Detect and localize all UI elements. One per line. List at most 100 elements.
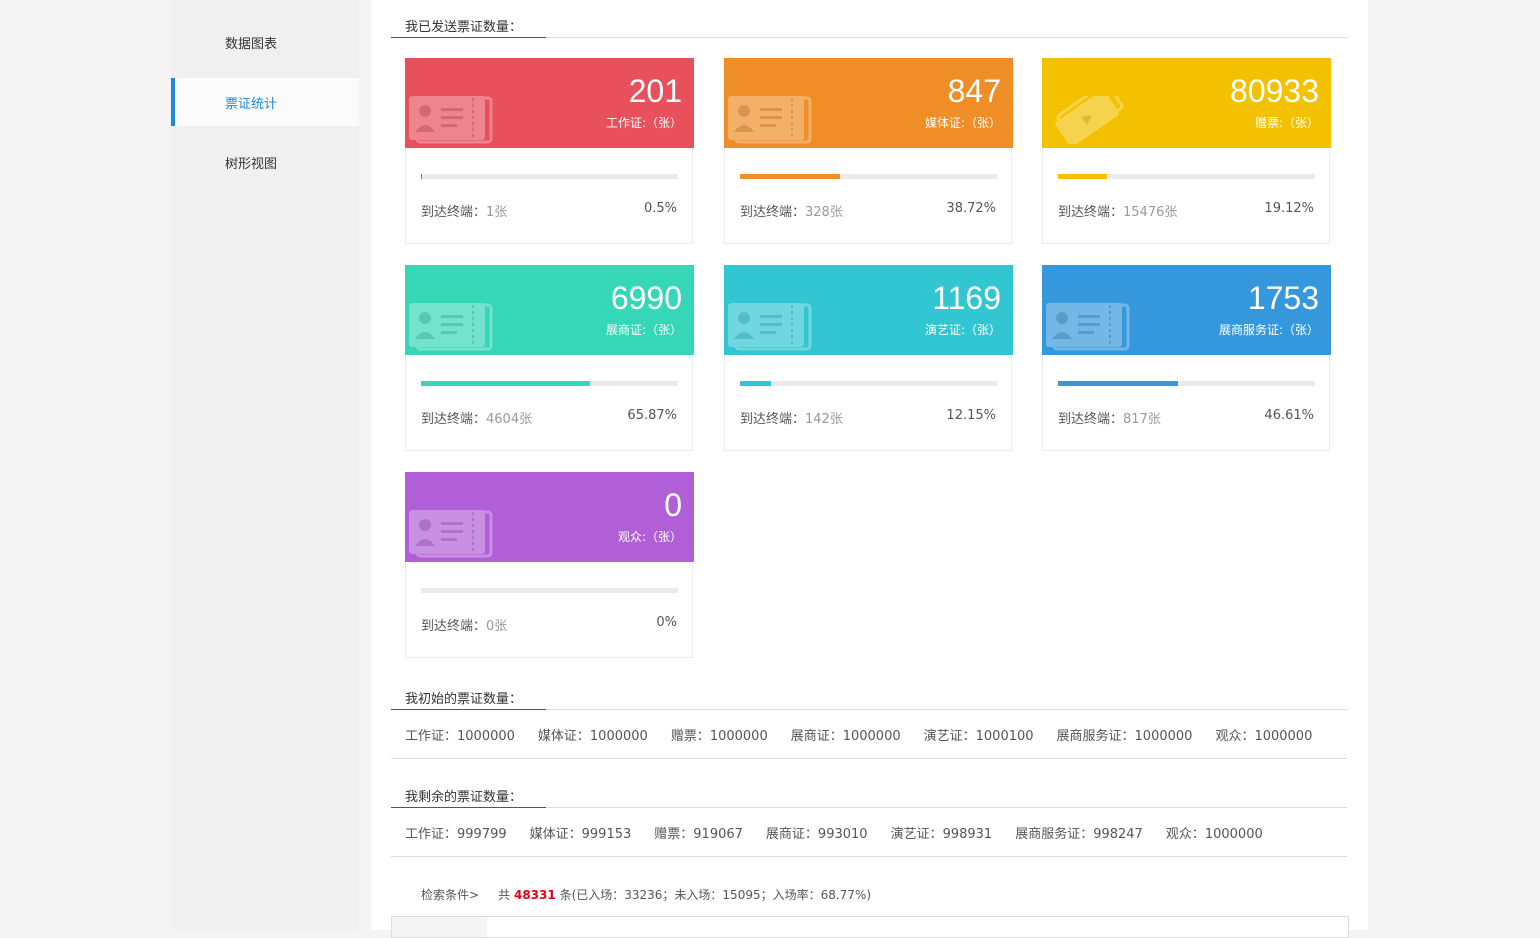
arrival-row: 到达终端：0张 0% (421, 615, 677, 634)
search-conditions-link[interactable]: 检索条件> (421, 888, 479, 902)
id-card-icon (407, 510, 493, 558)
arrival-value: 4604张 (486, 412, 533, 427)
table-header-cell (392, 917, 487, 937)
id-card-icon (726, 96, 812, 144)
section-title-text: 我初始的票证数量： (405, 692, 523, 707)
id-card-icon (407, 303, 493, 351)
remaining-count-item: 观众：1000000 (1165, 826, 1263, 842)
progress-bar (1058, 174, 1315, 179)
progress-fill (421, 381, 591, 386)
progress-fill (740, 174, 840, 179)
results-table (391, 916, 1349, 938)
ticket-card-header: 1169 演艺证:（张） (724, 265, 1013, 355)
ticket-type-label: 演艺证:（张） (924, 323, 1001, 337)
ticket-count: 6990 (610, 280, 682, 316)
ticket-card: 6990 展商证:（张） 到达终端：4604张 65.87% (405, 265, 694, 451)
progress-fill (421, 174, 423, 179)
section-title-text: 我已发送票证数量： (405, 20, 523, 35)
ticket-card: 0 观众:（张） 到达终端：0张 0% (405, 472, 694, 658)
progress-bar (740, 381, 997, 386)
initial-count-item: 工作证：1000000 (405, 728, 515, 744)
initial-count-item: 赠票：1000000 (670, 728, 768, 744)
section-title-remaining: 我剩余的票证数量： (391, 770, 1347, 808)
progress-bar (421, 174, 678, 179)
arrival-value: 15476张 (1123, 205, 1178, 220)
section-title-initial: 我初始的票证数量： (391, 672, 1347, 710)
ticket-card-header: 201 工作证:（张） (405, 58, 694, 148)
sidebar-item-ticket-stats[interactable]: 票证统计 (171, 78, 359, 126)
ticket-card: 1169 演艺证:（张） 到达终端：142张 12.15% (724, 265, 1013, 451)
progress-bar (740, 174, 997, 179)
progress-fill (1058, 381, 1178, 386)
arrival-percent: 0% (656, 615, 677, 630)
arrival-value: 0张 (486, 619, 508, 634)
ticket-count: 0 (664, 487, 682, 523)
initial-count-item: 展商证：1000000 (790, 728, 901, 744)
initial-count-item: 媒体证：1000000 (537, 728, 648, 744)
remaining-count-item: 演艺证：998931 (890, 826, 993, 842)
ticket-count: 80933 (1230, 73, 1319, 109)
arrival-percent: 65.87% (627, 408, 677, 423)
ticket-count: 847 (947, 73, 1001, 109)
sidebar: 数据图表 票证统计 树形视图 (171, 0, 359, 930)
arrival-value: 142张 (805, 412, 843, 427)
section-title-text: 我剩余的票证数量： (405, 790, 523, 805)
arrival-percent: 19.12% (1264, 201, 1314, 216)
arrival-label: 到达终端： (740, 205, 806, 220)
arrival-value: 1张 (486, 205, 508, 220)
sidebar-item-tree-view[interactable]: 树形视图 (171, 138, 359, 186)
ticket-type-label: 赠票:（张） (1254, 116, 1319, 130)
ticket-type-label: 工作证:（张） (605, 116, 682, 130)
search-summary: 检索条件> 共 48331 条(已入场：33236；未入场：15095；入场率：… (421, 886, 871, 903)
arrival-percent: 12.15% (946, 408, 996, 423)
initial-count-item: 展商服务证：1000000 (1056, 728, 1193, 744)
ticket-card-header: 1753 展商服务证:（张） (1042, 265, 1331, 355)
arrival-row: 到达终端：142张 12.15% (740, 408, 996, 427)
remaining-count-item: 工作证：999799 (405, 826, 507, 842)
initial-count-item: 演艺证：1000100 (923, 728, 1034, 744)
ticket-card: 847 媒体证:（张） 到达终端：328张 38.72% (724, 58, 1013, 244)
remaining-count-item: 赠票：919067 (654, 826, 743, 842)
ticket-card-header: 0 观众:（张） (405, 472, 694, 562)
arrival-row: 到达终端：1张 0.5% (421, 201, 677, 220)
arrival-percent: 38.72% (946, 201, 996, 216)
remaining-count-item: 展商证：993010 (765, 826, 868, 842)
initial-counts-row: 工作证：1000000 媒体证：1000000 赠票：1000000 展商证：1000… (391, 710, 1347, 759)
arrival-row: 到达终端：15476张 19.12% (1058, 201, 1314, 220)
ticket-type-label: 展商服务证:（张） (1218, 323, 1319, 337)
arrival-label: 到达终端： (740, 412, 806, 427)
total-suffix: 条(已入场：33236；未入场：15095；入场率：68.77%) (559, 888, 872, 902)
arrival-value: 817张 (1123, 412, 1161, 427)
arrival-label: 到达终端： (421, 412, 487, 427)
arrival-percent: 0.5% (643, 201, 677, 216)
arrival-row: 到达终端：4604张 65.87% (421, 408, 677, 427)
total-prefix: 共 (498, 888, 511, 902)
arrival-row: 到达终端：817张 46.61% (1058, 408, 1314, 427)
progress-bar (1058, 381, 1315, 386)
progress-bar (421, 381, 678, 386)
ticket-card: 80933 赠票:（张） 到达终端：15476张 19.12% (1042, 58, 1331, 244)
remaining-counts-row: 工作证：999799 媒体证：999153 赠票：919067 展商证：993010 演… (391, 808, 1347, 857)
arrival-label: 到达终端： (421, 205, 487, 220)
ticket-card-header: 847 媒体证:（张） (724, 58, 1013, 148)
ticket-count: 1753 (1247, 280, 1319, 316)
progress-bar (421, 588, 678, 593)
section-title-sent: 我已发送票证数量： (391, 0, 1347, 38)
ticket-card-header: 80933 赠票:（张） (1042, 58, 1331, 148)
initial-count-item: 观众：1000000 (1215, 728, 1313, 744)
ticket-icon (1044, 82, 1130, 147)
main-content: 我已发送票证数量： 201 工作证:（张） 到达终端：1张 0.5% 847 媒… (371, 0, 1368, 938)
progress-fill (1058, 174, 1108, 179)
arrival-row: 到达终端：328张 38.72% (740, 201, 996, 220)
sidebar-item-data-charts[interactable]: 数据图表 (171, 18, 359, 66)
ticket-card: 1753 展商服务证:（张） 到达终端：817张 46.61% (1042, 265, 1331, 451)
ticket-count: 201 (628, 73, 682, 109)
id-card-icon (1044, 303, 1130, 351)
arrival-label: 到达终端： (1058, 412, 1124, 427)
id-card-icon (726, 303, 812, 351)
ticket-card-header: 6990 展商证:（张） (405, 265, 694, 355)
total-count: 48331 (513, 888, 556, 902)
arrival-label: 到达终端： (421, 619, 487, 634)
id-card-icon (407, 96, 493, 144)
ticket-type-label: 观众:（张） (617, 530, 682, 544)
